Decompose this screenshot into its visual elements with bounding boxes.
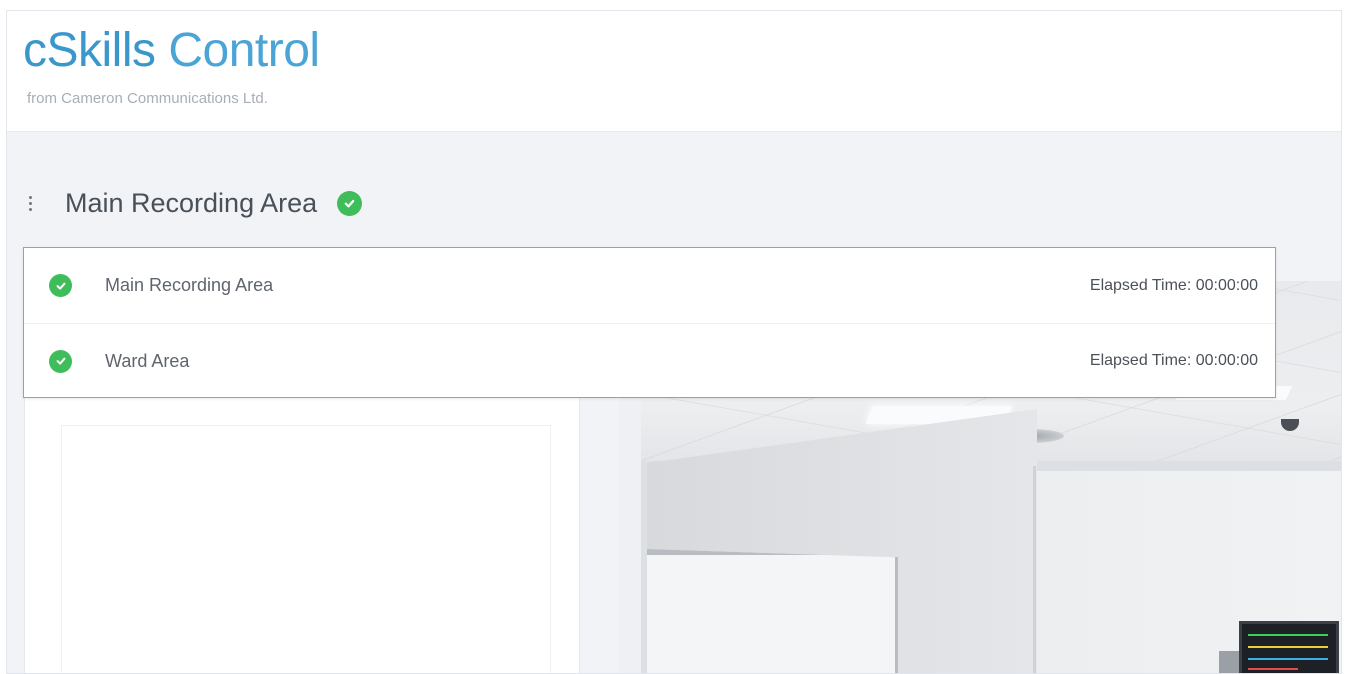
elapsed-time: Elapsed Time: 00:00:00 <box>1089 352 1258 369</box>
left-panel-content <box>61 425 551 673</box>
app-header: cSkills Control from Cameron Communicati… <box>7 11 1341 132</box>
area-option-main-recording[interactable]: Main Recording Area Elapsed Time: 00:00:… <box>24 248 1275 323</box>
elapsed-time: Elapsed Time: 00:00:00 <box>1089 276 1258 294</box>
area-option-label: Main Recording Area <box>105 275 274 295</box>
brand-title-light: Control <box>168 24 320 77</box>
check-circle-icon <box>49 349 72 373</box>
vertical-ellipsis-icon[interactable] <box>23 191 37 215</box>
brand-logo: cSkills Control <box>23 25 320 77</box>
app-frame: cSkills Control from Cameron Communicati… <box>6 10 1342 674</box>
area-option-ward[interactable]: Ward Area Elapsed Time: 00:00:00 <box>24 323 1275 398</box>
area-option-label: Ward Area <box>105 350 190 371</box>
check-circle-icon <box>49 274 72 297</box>
brand-title-main: cSkills <box>23 24 156 77</box>
section-title[interactable]: Main Recording Area <box>65 188 317 219</box>
section-header: Main Recording Area <box>23 183 363 223</box>
patient-monitor-image <box>1239 621 1339 673</box>
check-circle-icon <box>337 190 363 216</box>
brand-subtitle: from Cameron Communications Ltd. <box>27 90 268 107</box>
area-dropdown: Main Recording Area Elapsed Time: 00:00:… <box>23 247 1276 398</box>
